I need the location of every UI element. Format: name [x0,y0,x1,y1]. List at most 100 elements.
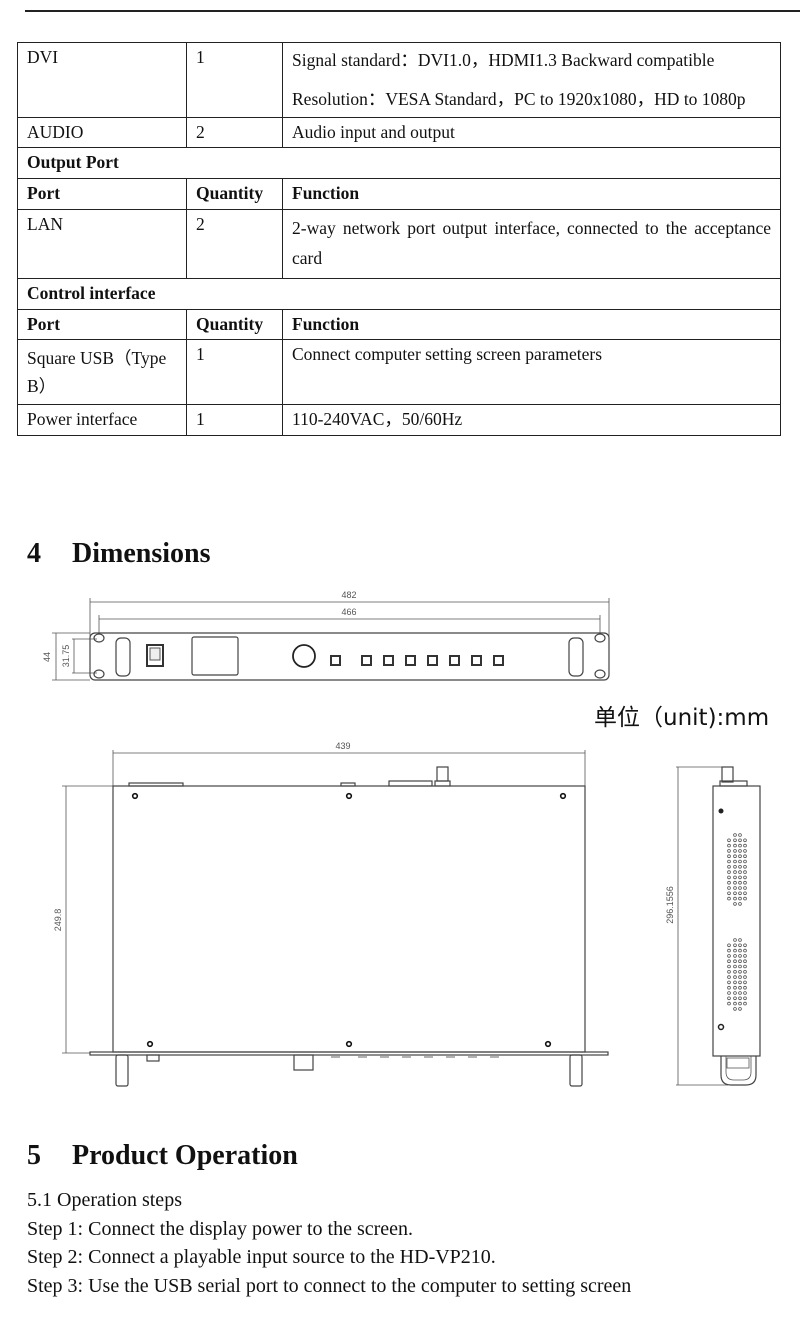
panel-button [449,655,460,666]
screw [559,792,567,800]
vent-hole [733,849,737,853]
dim-label-hole-spacing: 31.75 [61,645,71,668]
vent-hole [727,969,731,974]
panel-button [471,655,482,666]
vent-hole [733,896,737,901]
vent-hole [727,880,731,885]
handle [115,1054,129,1087]
vent-hole [727,954,731,958]
panel-button [427,655,438,666]
step-item: Step 1: Connect the display power to the… [27,1217,414,1240]
vent-hole [733,838,737,843]
panel-buttons [330,655,504,666]
vent-hole [738,980,742,985]
vent-hole [727,985,731,990]
screw [345,792,353,800]
screw [146,1040,154,1048]
vent-hole [738,870,742,874]
rack-hole [93,669,105,679]
vent-hole [733,943,737,948]
vent-hole [738,969,742,974]
vent-hole [733,864,737,869]
vent-hole [738,843,742,848]
dim-label-height: 44 [42,652,52,662]
vent-hole [743,843,747,848]
vent-hole [738,985,742,990]
screw [544,1040,552,1048]
vent-hole [733,870,737,874]
screw [717,1023,725,1031]
step-item: Step 3: Use the USB serial port to conne… [27,1274,632,1297]
vent-hole [727,864,731,869]
vent-hole [733,938,737,942]
vent-hole [727,870,731,874]
vent-hole [733,969,737,974]
rear-connector [128,782,184,787]
vent-hole [743,854,747,858]
rack-hole [93,633,105,643]
vent-hole [727,843,731,848]
vent-hole [738,864,742,869]
power-switch-rocker [149,647,161,661]
panel-button [493,655,504,666]
dim-label-mount-width: 466 [341,607,356,617]
vent-hole [738,964,742,969]
vent-hole [738,833,742,837]
vent-hole [733,1001,737,1006]
vent-hole [743,985,747,990]
rack-hole [594,633,606,643]
vent-hole [733,833,737,837]
step-item: Step 2: Connect a playable input source … [27,1246,496,1268]
vent-hole [743,849,747,853]
vent-hole [727,964,731,969]
section-heading-operation: 5 Product Operation [27,1140,298,1171]
vent-hole [733,991,737,995]
vent-hole [738,854,742,858]
vent-hole [743,864,747,869]
front-panel [89,632,610,681]
vent-hole [743,891,747,896]
dim-label-overall-width: 482 [341,590,356,600]
vent-hole [727,859,731,864]
vent-hole [743,991,747,995]
front-view: 482 466 44 31.75 [42,590,610,681]
vent-hole [727,975,731,979]
vent-hole [727,980,731,985]
vent-hole [743,880,747,885]
vent-hole [743,980,747,985]
display-window [293,1054,314,1071]
vent-hole [738,1007,742,1011]
vent-hole [743,969,747,974]
dim-label-total-depth: 296.1556 [665,886,675,924]
panel-button [361,655,372,666]
screw [345,1040,353,1048]
vent-hole [733,1007,737,1011]
vent-hole [733,954,737,958]
dimension-drawing: 482 466 44 31.75 439 249.8 296.1556 [42,590,761,1087]
vent-hole [733,886,737,890]
front-lip [89,1051,609,1056]
vent-hole [733,859,737,864]
rotary-knob [292,644,316,668]
vent-hole [733,843,737,848]
rear-connector [436,766,449,782]
screw [131,792,139,800]
vent-hole [733,980,737,985]
vent-hole [733,875,737,880]
vent-hole [743,838,747,843]
dim-label-body-width: 439 [335,741,350,751]
rear-connector [340,782,356,787]
vent-hole [733,959,737,963]
vent-hole [738,896,742,901]
vent-hole [733,985,737,990]
vent-hole [738,938,742,942]
vent-hole [738,948,742,953]
vent-hole [738,886,742,890]
vent-hole [743,1001,747,1006]
vent-hole [743,886,747,890]
vent-hole [743,954,747,958]
vent-hole [727,849,731,853]
vent-hole [743,948,747,953]
vent-hole [727,959,731,963]
vent-hole [738,996,742,1001]
